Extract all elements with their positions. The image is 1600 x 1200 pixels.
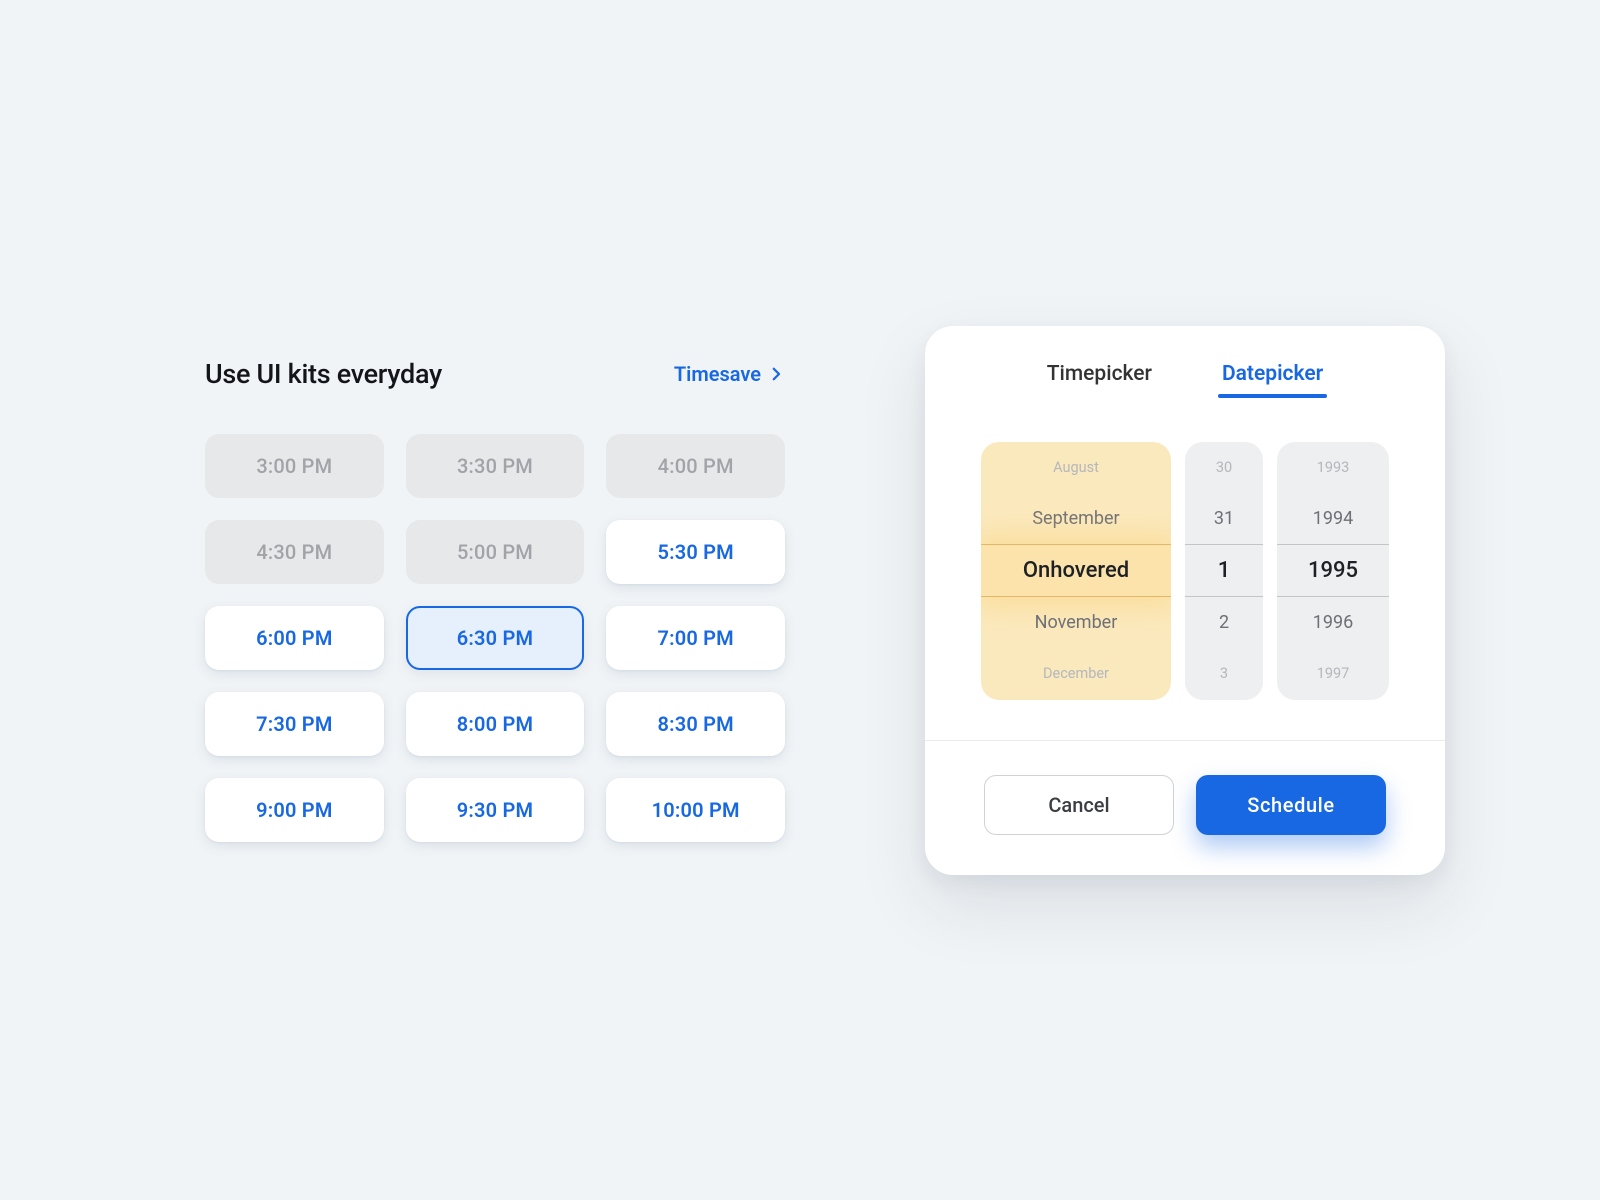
tab-datepicker[interactable]: Datepicker (1222, 362, 1323, 398)
tab-timepicker[interactable]: Timepicker (1047, 362, 1152, 398)
wheel-row: 2 (1185, 597, 1263, 648)
year-wheel[interactable]: 19931994199519961997 (1277, 442, 1389, 700)
time-slot[interactable]: 7:30 PM (205, 692, 384, 756)
wheel-row: Onhovered (981, 544, 1171, 597)
wheel-row: 1994 (1277, 493, 1389, 544)
datepicker-card: Timepicker Datepicker AugustSeptemberOnh… (925, 326, 1445, 875)
wheel-row: 1993 (1277, 442, 1389, 493)
time-panel-header: Use UI kits everyday Timesave (205, 358, 785, 390)
time-slot: 3:30 PM (406, 434, 585, 498)
time-slot[interactable]: 10:00 PM (606, 778, 785, 842)
wheel-row: 31 (1185, 493, 1263, 544)
date-wheel-group: AugustSeptemberOnhoveredNovemberDecember… (925, 398, 1445, 740)
time-slot-grid: 3:00 PM 3:30 PM 4:00 PM 4:30 PM 5:00 PM 5:30 … (205, 434, 785, 842)
time-panel-title: Use UI kits everyday (205, 358, 442, 390)
month-wheel[interactable]: AugustSeptemberOnhoveredNovemberDecember (981, 442, 1171, 700)
time-slot[interactable]: 8:30 PM (606, 692, 785, 756)
time-slot: 4:30 PM (205, 520, 384, 584)
wheel-row: 1 (1185, 544, 1263, 597)
wheel-row: 3 (1185, 648, 1263, 699)
wheel-row: December (981, 648, 1171, 699)
time-slot[interactable]: 5:30 PM (606, 520, 785, 584)
wheel-row: 1996 (1277, 597, 1389, 648)
timesave-link[interactable]: Timesave (674, 362, 785, 386)
wheel-row: November (981, 597, 1171, 648)
chevron-right-icon (767, 365, 785, 383)
schedule-button[interactable]: Schedule (1196, 775, 1386, 835)
wheel-row: September (981, 493, 1171, 544)
time-slot[interactable]: 6:30 PM (406, 606, 585, 670)
time-slot: 4:00 PM (606, 434, 785, 498)
wheel-row: 1995 (1277, 544, 1389, 597)
time-slot[interactable]: 7:00 PM (606, 606, 785, 670)
time-slot: 5:00 PM (406, 520, 585, 584)
time-selection-panel: Use UI kits everyday Timesave 3:00 PM 3:3… (205, 358, 785, 842)
time-slot: 3:00 PM (205, 434, 384, 498)
card-actions: Cancel Schedule (925, 741, 1445, 835)
time-slot[interactable]: 9:30 PM (406, 778, 585, 842)
time-slot[interactable]: 9:00 PM (205, 778, 384, 842)
day-wheel[interactable]: 3031123 (1185, 442, 1263, 700)
timesave-link-label: Timesave (674, 362, 761, 386)
wheel-row: August (981, 442, 1171, 493)
time-slot[interactable]: 6:00 PM (205, 606, 384, 670)
cancel-button[interactable]: Cancel (984, 775, 1174, 835)
picker-tabs: Timepicker Datepicker (925, 362, 1445, 398)
wheel-row: 30 (1185, 442, 1263, 493)
wheel-row: 1997 (1277, 648, 1389, 699)
time-slot[interactable]: 8:00 PM (406, 692, 585, 756)
